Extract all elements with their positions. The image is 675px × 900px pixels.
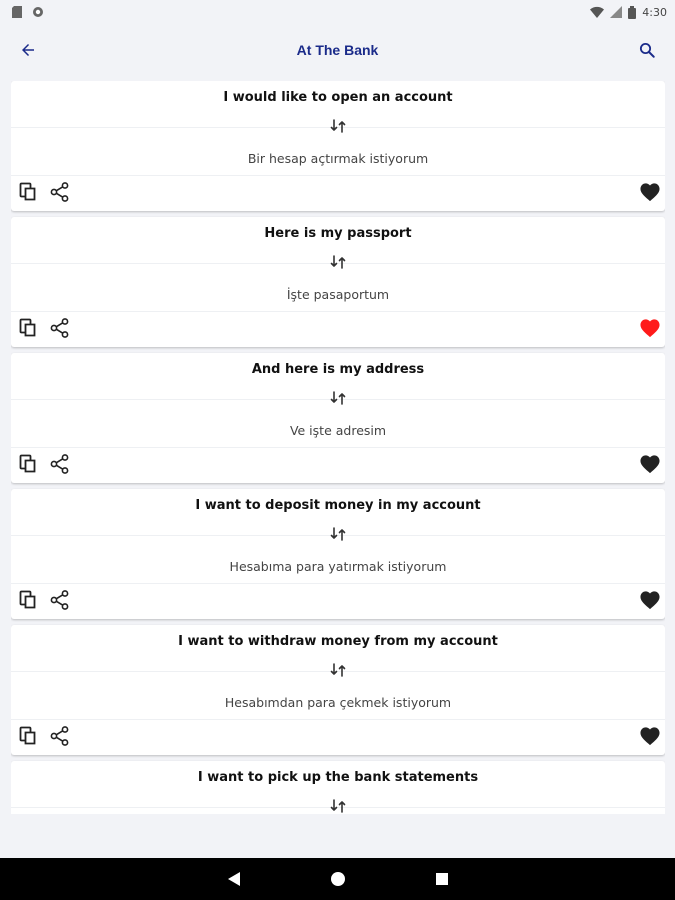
divider	[11, 447, 665, 448]
phrase-card: I would like to open an account Bir hesa…	[11, 81, 665, 211]
phrase-card: I want to pick up the bank statements	[11, 761, 665, 814]
copy-icon[interactable]	[18, 725, 40, 747]
app-bar: At The Bank	[0, 24, 675, 76]
swap-icon	[330, 391, 346, 405]
heart-icon[interactable]	[639, 318, 661, 338]
heart-icon[interactable]	[639, 726, 661, 746]
battery-icon	[628, 5, 637, 19]
share-icon[interactable]	[49, 181, 71, 203]
status-bar: 4:30	[0, 0, 675, 24]
triangle-back-icon	[227, 872, 240, 886]
heart-icon[interactable]	[639, 454, 661, 474]
copy-icon[interactable]	[18, 589, 40, 611]
divider	[11, 175, 665, 176]
phrase-card: I want to withdraw money from my account…	[11, 625, 665, 755]
circle-home-icon	[330, 872, 345, 886]
phrase-translation: Ve işte adresim	[289, 423, 387, 438]
sync-icon	[33, 7, 43, 17]
card-actions	[11, 177, 665, 207]
divider	[11, 719, 665, 720]
phrase-english: I want to withdraw money from my account	[178, 634, 498, 649]
phrase-translation: İşte pasaportum	[286, 287, 390, 302]
card-actions	[11, 313, 665, 343]
nav-back-button[interactable]	[224, 869, 244, 889]
swap-icon	[330, 663, 346, 677]
wifi-icon	[590, 6, 605, 18]
share-icon[interactable]	[49, 589, 71, 611]
swap-icon	[330, 119, 346, 133]
card-actions	[11, 449, 665, 479]
phrase-english: I want to pick up the bank statements	[197, 770, 479, 785]
phrase-card: Here is my passport İşte pasaportum	[11, 217, 665, 347]
phrase-english: And here is my address	[251, 362, 425, 377]
share-icon[interactable]	[49, 317, 71, 339]
arrow-left-icon	[22, 44, 34, 56]
share-icon[interactable]	[49, 453, 71, 475]
phrase-translation: Bir hesap açtırmak istiyorum	[247, 151, 429, 166]
phrase-english: I would like to open an account	[223, 90, 453, 105]
copy-icon[interactable]	[18, 181, 40, 203]
page-title: At The Bank	[296, 42, 379, 58]
card-actions	[11, 721, 665, 751]
swap-icon	[330, 799, 346, 813]
phrase-card: I want to deposit money in my account He…	[11, 489, 665, 619]
swap-icon	[330, 255, 346, 269]
phrase-translation: Hesabıma para yatırmak istiyorum	[229, 559, 447, 574]
card-actions	[11, 585, 665, 615]
phrase-card: And here is my address Ve işte adresim	[11, 353, 665, 483]
back-button[interactable]	[14, 36, 42, 64]
copy-icon[interactable]	[18, 317, 40, 339]
sd-card-icon	[12, 6, 22, 18]
system-nav-bar	[0, 858, 675, 900]
phrase-english: I want to deposit money in my account	[195, 498, 481, 513]
copy-icon[interactable]	[18, 453, 40, 475]
status-time: 4:30	[642, 5, 667, 19]
phrase-translation: Hesabımdan para çekmek istiyorum	[224, 695, 452, 710]
share-icon[interactable]	[49, 725, 71, 747]
nav-home-button[interactable]	[328, 869, 348, 889]
search-button[interactable]	[633, 36, 661, 64]
square-recents-icon	[435, 873, 448, 885]
nav-recents-button[interactable]	[432, 869, 452, 889]
swap-icon	[330, 527, 346, 541]
phrase-list[interactable]: I would like to open an account Bir hesa…	[11, 81, 665, 814]
phrase-english: Here is my passport	[264, 226, 412, 241]
search-icon	[639, 42, 655, 58]
divider	[11, 311, 665, 312]
divider	[11, 583, 665, 584]
heart-icon[interactable]	[639, 182, 661, 202]
signal-icon	[610, 6, 623, 18]
heart-icon[interactable]	[639, 590, 661, 610]
